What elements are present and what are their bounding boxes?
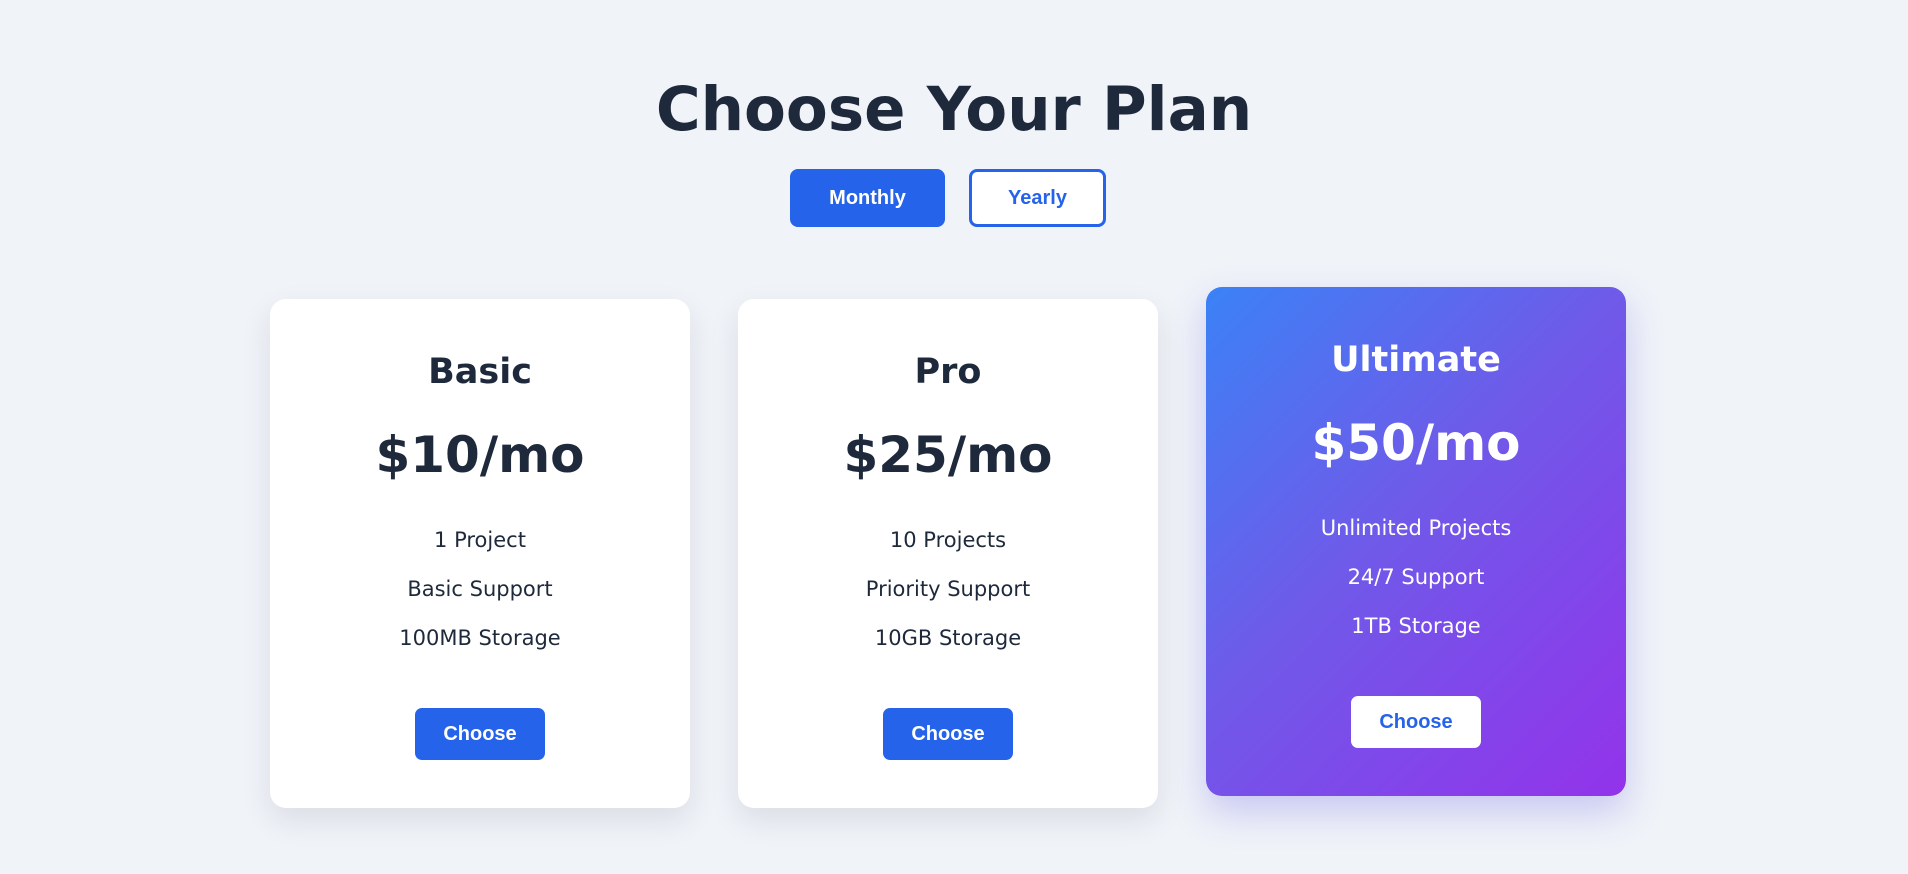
plan-card-ultimate: Ultimate $50/mo Unlimited Projects 24/7 … (1206, 287, 1626, 796)
plan-name: Ultimate (1331, 340, 1501, 380)
plan-features-list: Unlimited Projects 24/7 Support 1TB Stor… (1206, 504, 1626, 651)
plan-price: $25/mo (843, 426, 1053, 484)
pricing-page: Choose Your Plan Monthly Yearly Basic $1… (0, 0, 1908, 874)
plan-feature: Basic Support (407, 577, 553, 601)
plan-card-pro: Pro $25/mo 10 Projects Priority Support … (738, 299, 1158, 808)
choose-ultimate-button[interactable]: Choose (1351, 696, 1481, 748)
plan-name: Basic (428, 352, 532, 392)
plan-feature: 1TB Storage (1351, 614, 1481, 638)
yearly-toggle-button[interactable]: Yearly (969, 169, 1106, 227)
plan-feature: 10GB Storage (874, 626, 1022, 650)
plan-feature: Priority Support (865, 577, 1031, 601)
plan-card-basic: Basic $10/mo 1 Project Basic Support 100… (270, 299, 690, 808)
choose-basic-button[interactable]: Choose (415, 708, 545, 760)
plan-price: $50/mo (1311, 414, 1521, 472)
plan-feature: 10 Projects (889, 528, 1007, 552)
plan-price: $10/mo (375, 426, 585, 484)
plan-feature: 24/7 Support (1347, 565, 1485, 589)
page-title: Choose Your Plan (655, 74, 1253, 145)
plan-feature: 100MB Storage (399, 626, 561, 650)
plan-feature: Unlimited Projects (1320, 516, 1512, 540)
choose-pro-button[interactable]: Choose (883, 708, 1013, 760)
plan-features-list: 1 Project Basic Support 100MB Storage (270, 516, 690, 663)
plan-features-list: 10 Projects Priority Support 10GB Storag… (738, 516, 1158, 663)
monthly-toggle-button[interactable]: Monthly (790, 169, 945, 227)
plan-feature: 1 Project (434, 528, 526, 552)
plan-name: Pro (914, 352, 982, 392)
